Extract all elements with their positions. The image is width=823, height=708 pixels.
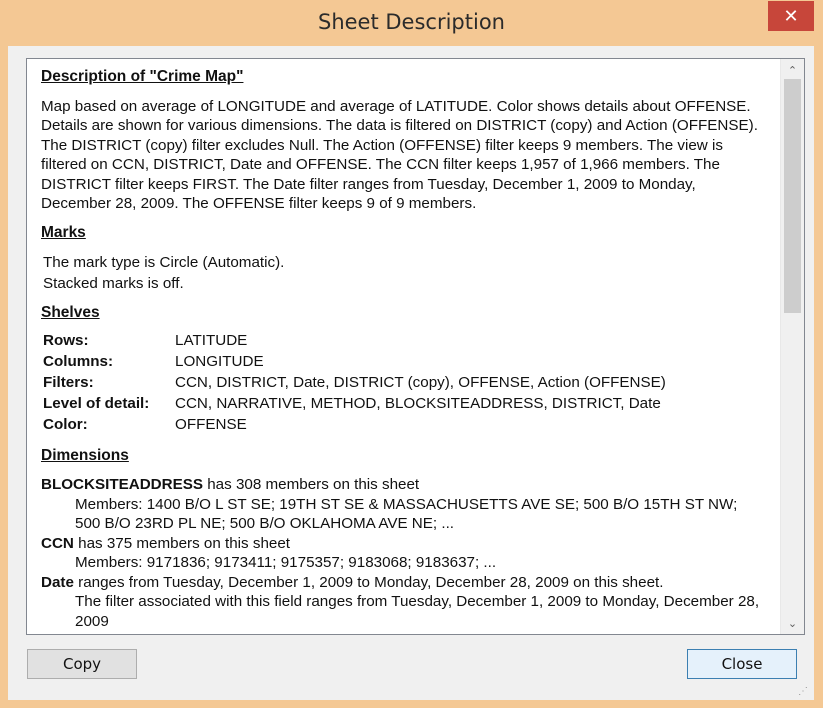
shelf-value: CCN, DISTRICT, Date, DISTRICT (copy), OF… [175, 373, 666, 391]
shelf-value: CCN, NARRATIVE, METHOD, BLOCKSITEADDRESS… [175, 394, 661, 412]
dimensions-heading: Dimensions [41, 446, 129, 464]
copy-button[interactable]: Copy [27, 649, 137, 679]
dialog-client-area: Description of "Crime Map" Map based on … [8, 46, 814, 700]
shelf-row: Level of detail: CCN, NARRATIVE, METHOD,… [43, 394, 666, 415]
shelf-key: Level of detail: [43, 394, 150, 412]
scroll-down-button[interactable]: ⌄ [781, 614, 804, 632]
scroll-up-button[interactable]: ⌃ [781, 61, 804, 79]
close-button[interactable]: Close [687, 649, 797, 679]
shelf-key: Filters: [43, 373, 94, 391]
resize-grip-icon[interactable]: ⋰ [798, 686, 810, 698]
dimension-name: Date [41, 573, 74, 591]
description-viewer[interactable]: Description of "Crime Map" Map based on … [26, 58, 805, 635]
window-title: Sheet Description [318, 10, 505, 34]
window-close-button[interactable]: ✕ [768, 1, 814, 31]
shelf-value: LONGITUDE [175, 352, 264, 370]
shelf-key: Columns: [43, 352, 114, 370]
shelf-row: Rows: LATITUDE [43, 331, 666, 352]
description-content: Description of "Crime Map" Map based on … [41, 67, 766, 631]
dimension-name: CCN [41, 534, 74, 552]
shelf-row: Color: OFFENSE [43, 415, 666, 436]
shelf-key: Color: [43, 415, 88, 433]
title-bar[interactable]: Sheet Description ✕ [0, 0, 823, 46]
dimension-detail: Members: 1400 B/O L ST SE; 19TH ST SE & … [75, 495, 738, 533]
dimension-detail: The filter associated with this field ra… [75, 593, 760, 630]
marks-section: The mark type is Circle (Automatic). Sta… [43, 252, 766, 294]
dimension-item: Date ranges from Tuesday, December 1, 20… [41, 573, 766, 632]
shelf-value: OFFENSE [175, 415, 247, 433]
dimension-detail: Members: 9171836; 9173411; 9175357; 9183… [75, 554, 497, 571]
close-icon: ✕ [783, 5, 799, 26]
sheet-description-dialog: Sheet Description ✕ Description of "Crim… [0, 0, 823, 708]
dimensions-list: BLOCKSITEADDRESS has 308 members on this… [41, 475, 766, 631]
chevron-down-icon: ⌄ [787, 617, 798, 630]
shelf-row: Filters: CCN, DISTRICT, Date, DISTRICT (… [43, 373, 666, 394]
dimension-summary: has 308 members on this sheet [203, 476, 420, 493]
description-heading: Description of "Crime Map" [41, 68, 244, 85]
dimension-summary: ranges from Tuesday, December 1, 2009 to… [73, 573, 664, 591]
shelf-row: Columns: LONGITUDE [43, 352, 666, 373]
dimension-item: BLOCKSITEADDRESS has 308 members on this… [41, 475, 766, 534]
marks-heading: Marks [41, 223, 86, 241]
shelves-table: Rows: LATITUDE Columns: LONGITUDE Filter… [43, 331, 666, 436]
marks-type-line: The mark type is Circle (Automatic). [43, 254, 285, 271]
shelves-heading: Shelves [41, 304, 100, 321]
dimension-summary: has 375 members on this sheet [73, 534, 291, 552]
scrollbar-thumb[interactable] [784, 79, 801, 313]
dimension-name: BLOCKSITEADDRESS [41, 476, 204, 493]
shelf-key: Rows: [43, 331, 89, 349]
chevron-up-icon: ⌃ [787, 64, 798, 77]
dimension-item: CCN has 375 members on this sheet Member… [41, 534, 766, 573]
shelf-value: LATITUDE [175, 331, 248, 349]
description-text: Map based on average of LONGITUDE and av… [41, 97, 758, 213]
vertical-scrollbar[interactable]: ⌃ ⌄ [780, 59, 804, 634]
marks-stacked-line: Stacked marks is off. [43, 275, 184, 292]
